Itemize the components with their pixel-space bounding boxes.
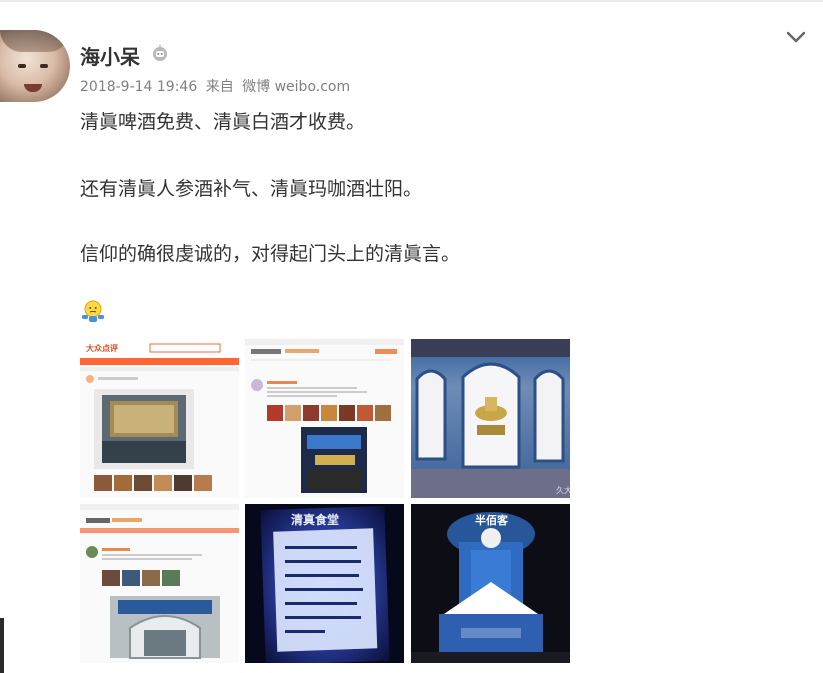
post-text-line: 信仰的确很虔诚的，对得起门头上的清眞言。 <box>80 243 461 265</box>
top-divider <box>0 0 823 2</box>
post-image-6[interactable]: 半佰客 <box>411 504 570 663</box>
robot-badge-icon <box>153 45 167 61</box>
dianping-logo-text: 大众点评 <box>86 343 118 353</box>
post-image-3[interactable]: 久大 <box>411 339 570 498</box>
shrug-emoji-icon <box>82 300 104 322</box>
source-prefix: 来自 <box>205 79 234 95</box>
post-meta: 2018-9-14 19:46 来自 微博 weibo.com <box>80 76 354 96</box>
banner-brand-text: 半佰客 <box>475 513 509 527</box>
post-text-line: 清眞啤酒免费、清眞白酒才收费。 <box>80 111 366 133</box>
image-watermark: 久大 <box>556 485 570 495</box>
source-link[interactable]: 微博 weibo.com <box>242 79 350 95</box>
panel-sign-text: 清真食堂 <box>291 512 339 527</box>
post-image-2[interactable] <box>245 339 404 498</box>
chevron-down-icon[interactable] <box>785 29 807 45</box>
post-date[interactable]: 2018-9-14 19:46 <box>80 79 197 95</box>
left-edge-bar <box>0 618 4 673</box>
post-image-4[interactable] <box>80 504 239 663</box>
post-text-line: 还有清眞人参酒补气、清眞玛咖酒壮阳。 <box>80 178 423 200</box>
avatar[interactable] <box>0 30 70 102</box>
username[interactable]: 海小呆 <box>80 41 140 70</box>
post-image-1[interactable]: 大众点评 <box>80 339 239 498</box>
post-image-5[interactable]: 清真食堂 <box>245 504 404 663</box>
